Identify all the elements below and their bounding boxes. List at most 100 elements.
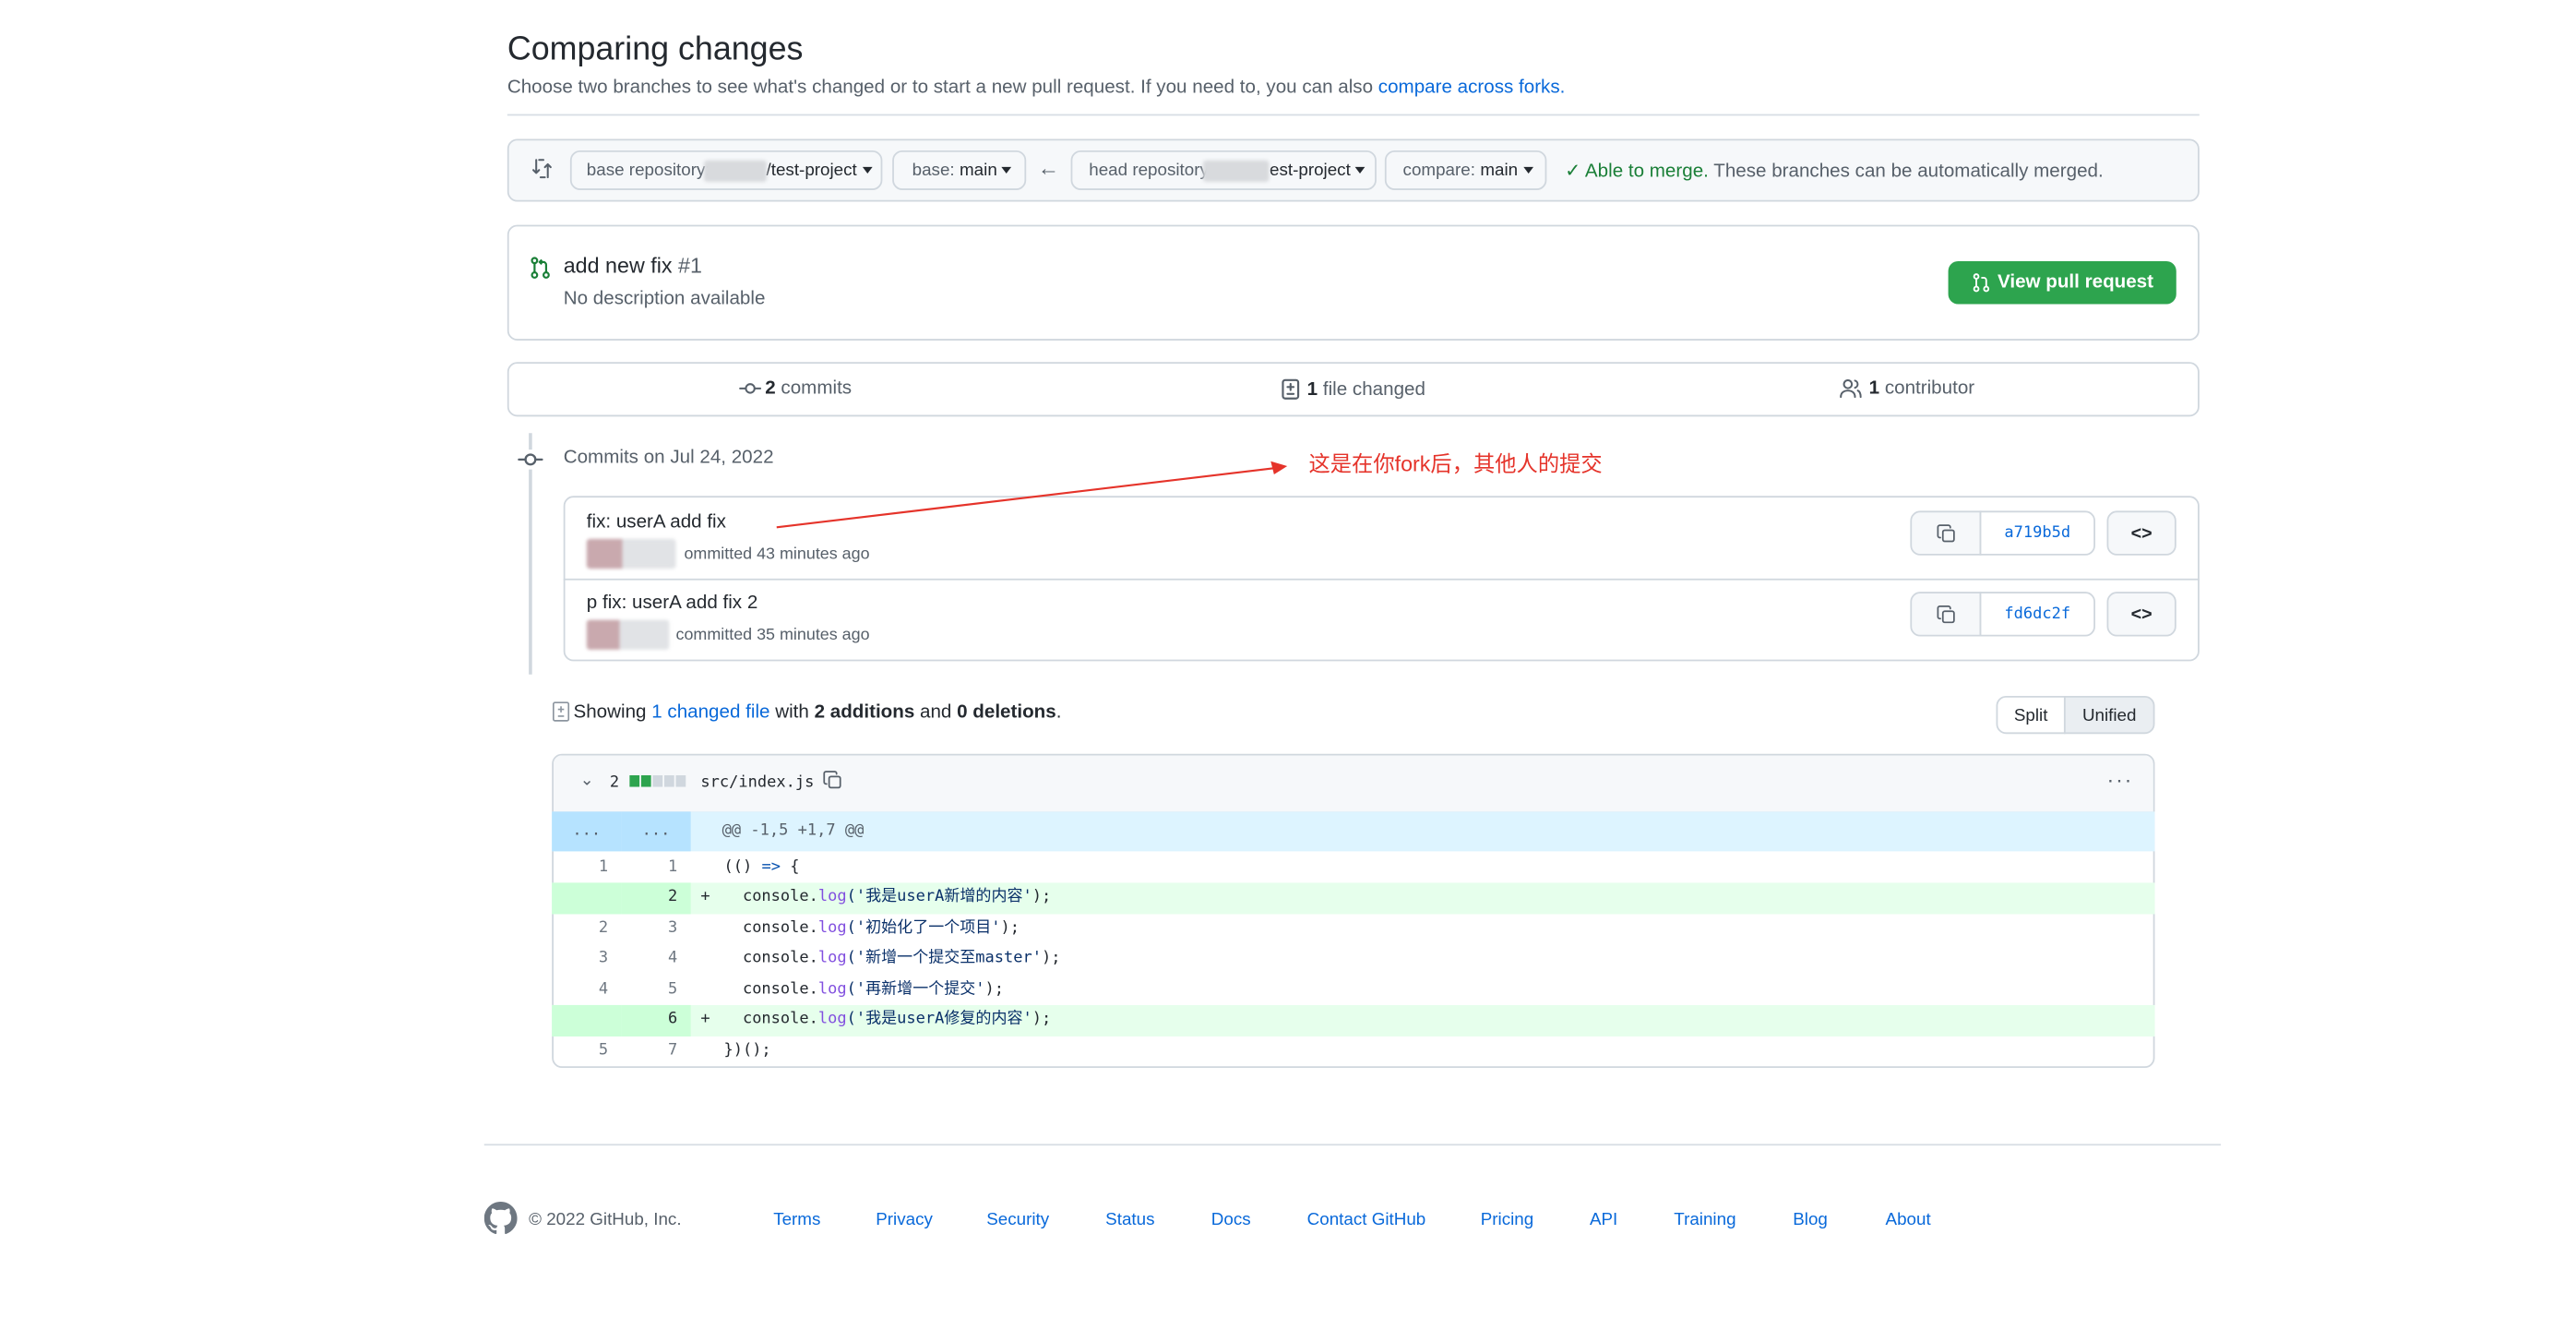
copy-icon[interactable]: [823, 771, 842, 790]
footer-link-api[interactable]: API: [1590, 1210, 1617, 1229]
footer-link-status[interactable]: Status: [1105, 1210, 1154, 1229]
changed-files-link[interactable]: 1 changed file: [651, 702, 769, 722]
merge-status-text: These branches can be automatically merg…: [1708, 162, 2104, 183]
pr-title-link[interactable]: add new fix: [564, 253, 673, 278]
avatar: [586, 619, 670, 650]
footer-link-terms[interactable]: Terms: [773, 1210, 820, 1229]
pr-description: No description available: [563, 289, 766, 309]
collapse-chevron-icon[interactable]: ⌄: [580, 772, 594, 790]
caret-down-icon: [862, 166, 872, 174]
diff-line-addition: 6 + console.log('我是userA修复的内容');: [552, 1004, 2155, 1036]
new-line-number[interactable]: 3: [621, 914, 690, 944]
code-pre: console.: [723, 980, 818, 999]
browse-repo-button[interactable]: <>: [2106, 592, 2176, 637]
diffstat-add: [640, 774, 651, 787]
commit-message-link[interactable]: fix: userA add fix: [587, 512, 726, 532]
summary-files[interactable]: 1 file changed: [1281, 378, 1425, 400]
hunk-text: @@ -1,5 +1,7 @@: [722, 821, 865, 840]
unified-view-button[interactable]: Unified: [2063, 696, 2155, 735]
files-count: 1: [1306, 379, 1318, 400]
unified-label: Unified: [2081, 704, 2137, 725]
compare-branch-select[interactable]: compare: main: [1384, 150, 1547, 190]
commit-sha-link[interactable]: fd6dc2f: [1979, 592, 2095, 637]
code-string: ('我是userA修复的内容': [846, 1010, 1032, 1029]
diff-count: 2: [609, 773, 620, 792]
footer-divider: [483, 1144, 2222, 1146]
copy-sha-button[interactable]: [1910, 510, 1982, 556]
code-string: ('新增一个提交至master': [846, 949, 1042, 967]
code-pre: console.: [723, 887, 818, 906]
code-keyword: =>: [761, 857, 781, 877]
avatar: [586, 538, 676, 569]
footer-link-docs[interactable]: Docs: [1211, 1210, 1251, 1229]
commit-icon: [517, 449, 544, 470]
new-line-number[interactable]: 2: [621, 882, 691, 914]
old-line-number[interactable]: [552, 1004, 622, 1036]
caret-down-icon: [1002, 166, 1012, 174]
summary-commits[interactable]: 2 commits: [739, 378, 852, 399]
code-icon: <>: [2130, 522, 2153, 544]
new-line-number[interactable]: 4: [621, 944, 690, 975]
head-repository-select[interactable]: head repository: est-project: [1070, 150, 1377, 190]
pull-request-box: [507, 224, 2200, 341]
base-branch-select[interactable]: base: main: [892, 150, 1027, 190]
annotation-arrow: [776, 461, 1288, 529]
merge-status: ✓ Able to merge. These branches can be a…: [1565, 159, 2104, 182]
diffstat-add: [629, 774, 640, 787]
code-pre: console.: [723, 918, 818, 938]
new-line-number[interactable]: 7: [621, 1036, 690, 1067]
merge-status-strong: Able to merge.: [1584, 162, 1709, 183]
summary-contributors[interactable]: 1 contributor: [1839, 378, 1975, 399]
footer-link-about[interactable]: About: [1886, 1210, 1931, 1229]
hunk-expand-left[interactable]: ...: [552, 811, 622, 852]
code-post: {: [780, 857, 800, 877]
commit-message-link[interactable]: p fix: userA add fix 2: [587, 593, 757, 613]
diffstat-neutral: [652, 774, 663, 787]
footer-link-pricing[interactable]: Pricing: [1481, 1210, 1534, 1229]
footer-link-contact[interactable]: Contact GitHub: [1307, 1210, 1426, 1229]
code: console.log('初始化了一个项目');: [723, 914, 1020, 944]
file-path-link[interactable]: src/index.js: [700, 773, 814, 792]
compare-branch-name: main: [1480, 160, 1519, 181]
new-line-number[interactable]: 1: [621, 853, 690, 883]
copy-sha-button[interactable]: [1910, 592, 1982, 637]
browse-repo-button[interactable]: <>: [2106, 510, 2176, 556]
code: console.log('我是userA修复的内容');: [723, 1005, 1051, 1036]
old-line-number[interactable]: 1: [552, 853, 621, 883]
code-string: ('再新增一个提交': [846, 980, 985, 999]
annotation-text: 这是在你fork后，其他人的提交: [1308, 450, 1603, 476]
code: (() => {: [723, 853, 799, 883]
compare-across-forks-link[interactable]: compare across forks.: [1378, 78, 1566, 97]
contributors-label: contributor: [1879, 378, 1975, 399]
footer-link-security[interactable]: Security: [986, 1210, 1049, 1229]
code-end: );: [1032, 1010, 1052, 1029]
old-line-number[interactable]: 3: [552, 944, 621, 975]
view-pull-request-button[interactable]: View pull request: [1948, 260, 2176, 305]
pull-request-icon: [1973, 273, 1989, 293]
diff-summary: Showing 1 changed file with 2 additions …: [573, 702, 1061, 722]
new-line-number[interactable]: 5: [621, 976, 690, 1006]
base-branch-name: main: [960, 160, 997, 181]
hunk-expand-right[interactable]: ...: [621, 811, 691, 852]
head-repo-label: head repository:: [1089, 160, 1214, 181]
base-repository-select[interactable]: base repository: /test-project: [569, 150, 883, 190]
redacted-owner: [1203, 159, 1270, 182]
footer-link-privacy[interactable]: Privacy: [876, 1210, 933, 1229]
more-options-icon[interactable]: ···: [2107, 767, 2134, 792]
code-end: );: [1032, 887, 1052, 906]
footer-link-training[interactable]: Training: [1674, 1210, 1735, 1229]
code-pre: ((): [723, 857, 762, 877]
footer-link-blog[interactable]: Blog: [1793, 1210, 1828, 1229]
redacted-owner: [703, 159, 767, 182]
split-view-button[interactable]: Split: [1996, 696, 2066, 735]
code-pre: console.: [723, 1010, 818, 1029]
old-line-number[interactable]: 4: [552, 976, 621, 1006]
new-line-number[interactable]: 6: [621, 1004, 691, 1036]
code: })();: [723, 1036, 770, 1067]
old-line-number[interactable]: 5: [552, 1036, 621, 1067]
commit-sha-link[interactable]: a719b5d: [1979, 510, 2095, 556]
github-logo-icon[interactable]: [483, 1202, 518, 1235]
head-repo-name: est-project: [1270, 160, 1351, 181]
old-line-number[interactable]: [552, 882, 622, 914]
old-line-number[interactable]: 2: [552, 914, 621, 944]
